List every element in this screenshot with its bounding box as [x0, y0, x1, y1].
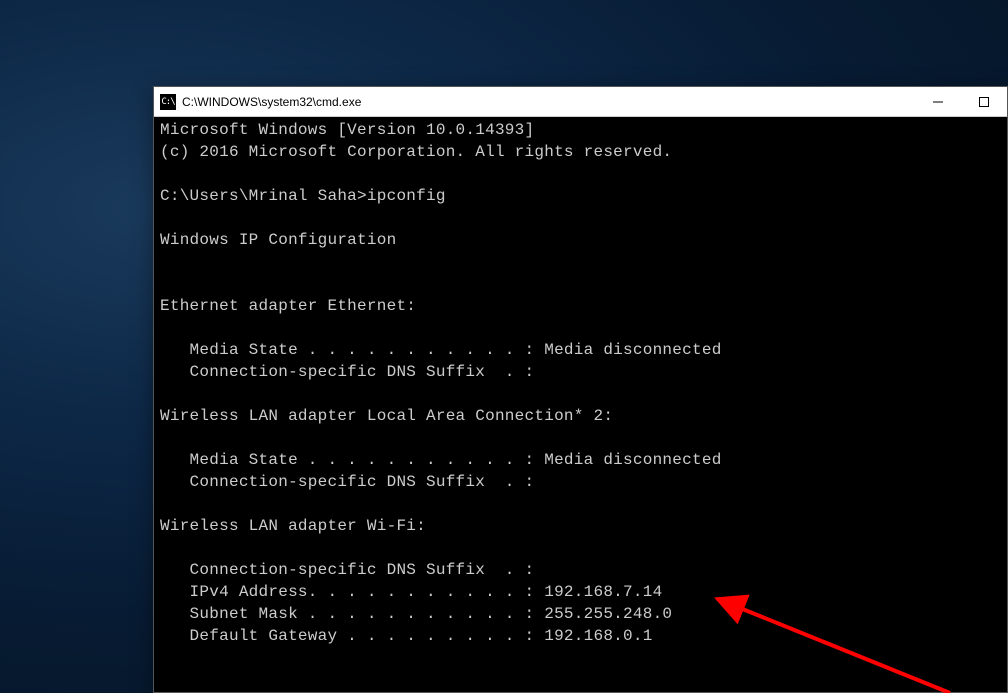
- cmd-window: C:\ C:\WINDOWS\system32\cmd.exe Microsof…: [153, 86, 1008, 693]
- adapter-line: Media State . . . . . . . . . . . : Medi…: [160, 451, 722, 469]
- adapter-line: Subnet Mask . . . . . . . . . . . : 255.…: [160, 605, 672, 623]
- adapter-line: Media State . . . . . . . . . . . : Medi…: [160, 341, 722, 359]
- header-line: (c) 2016 Microsoft Corporation. All righ…: [160, 143, 672, 161]
- cmd-icon: C:\: [160, 94, 176, 110]
- adapter-line: Connection-specific DNS Suffix . :: [160, 363, 534, 381]
- ipconfig-title: Windows IP Configuration: [160, 231, 396, 249]
- window-controls: [915, 87, 1007, 116]
- window-title: C:\WINDOWS\system32\cmd.exe: [182, 95, 915, 109]
- maximize-button[interactable]: [961, 87, 1007, 116]
- adapter-line: Connection-specific DNS Suffix . :: [160, 561, 534, 579]
- prompt-line: C:\Users\Mrinal Saha>ipconfig: [160, 187, 446, 205]
- adapter-name: Wireless LAN adapter Local Area Connecti…: [160, 407, 613, 425]
- titlebar[interactable]: C:\ C:\WINDOWS\system32\cmd.exe: [154, 87, 1007, 117]
- adapter-name: Ethernet adapter Ethernet:: [160, 297, 416, 315]
- header-line: Microsoft Windows [Version 10.0.14393]: [160, 121, 534, 139]
- adapter-line: IPv4 Address. . . . . . . . . . . : 192.…: [160, 583, 662, 601]
- terminal-body[interactable]: Microsoft Windows [Version 10.0.14393] (…: [154, 117, 1007, 649]
- minimize-button[interactable]: [915, 87, 961, 116]
- adapter-line: Connection-specific DNS Suffix . :: [160, 473, 534, 491]
- adapter-line: Default Gateway . . . . . . . . . : 192.…: [160, 627, 653, 645]
- adapter-name: Wireless LAN adapter Wi-Fi:: [160, 517, 426, 535]
